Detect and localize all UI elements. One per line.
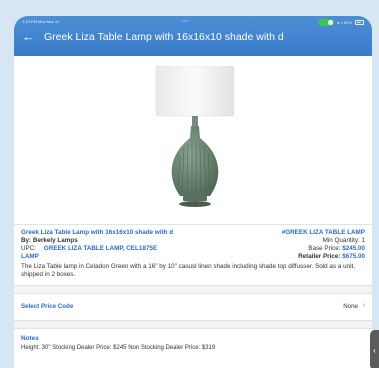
side-drawer-handle[interactable]: ‹ — [370, 330, 379, 368]
product-info: Greek Liza Table Lamp with 16x16x10 shad… — [14, 225, 372, 285]
status-right-text: ● ≈ 62% — [337, 20, 352, 25]
status-time: 1:10 PM Mon Mar 11 — [22, 19, 60, 24]
section-gap — [14, 321, 372, 328]
retail-price: $675.00 — [342, 253, 365, 260]
base-price-label: Base Price: — [308, 245, 341, 252]
price-code-value: None — [343, 303, 358, 310]
product-image — [14, 56, 372, 224]
table-lamp-image — [155, 66, 235, 207]
notes-heading: Notes — [21, 335, 39, 342]
app-window: 1:10 PM Mon Mar 11 ••• ● ≈ 62% ← Greek L… — [14, 16, 372, 368]
brand-label: By: Berkely Lamps — [21, 237, 78, 244]
price-code-label: Select Price Code — [21, 303, 74, 310]
page-title: Greek Liza Table Lamp with 16x16x10 shad… — [44, 31, 284, 43]
upc-label: UPC: — [21, 245, 37, 252]
base-price: $245.00 — [342, 245, 365, 252]
app-header: 1:10 PM Mon Mar 11 ••• ● ≈ 62% ← Greek L… — [14, 16, 372, 56]
section-gap — [14, 286, 372, 293]
upc-value-continued[interactable]: LAMP — [21, 253, 39, 260]
product-sku[interactable]: #GREEK LIZA TABLE LAMP — [282, 229, 365, 237]
product-name: Greek Liza Table Lamp with 16x16x10 shad… — [21, 229, 174, 236]
retail-price-label: Retailer Price: — [298, 253, 341, 260]
min-quantity: Min Quantity: 1 — [322, 237, 365, 244]
battery-icon — [355, 20, 364, 25]
notes-section: Notes Height: 30" Stocking Dealer Price:… — [14, 329, 372, 368]
toggle-icon — [318, 19, 335, 26]
chevron-right-icon: › — [362, 302, 365, 309]
status-indicators: ● ≈ 62% — [318, 19, 364, 26]
back-arrow-icon[interactable]: ← — [22, 29, 35, 45]
upc-value[interactable]: GREEK LIZA TABLE LAMP, CEL1875E — [44, 245, 157, 252]
notes-text: Height: 30" Stocking Dealer Price: $245 … — [21, 345, 216, 351]
product-description: The Liza Table lamp in Celadon Green wit… — [21, 263, 355, 278]
multitask-dots-icon[interactable]: ••• — [182, 18, 189, 23]
select-price-code-row[interactable]: Select Price Code None › — [14, 294, 372, 320]
status-bar: 1:10 PM Mon Mar 11 ••• ● ≈ 62% — [14, 18, 372, 27]
